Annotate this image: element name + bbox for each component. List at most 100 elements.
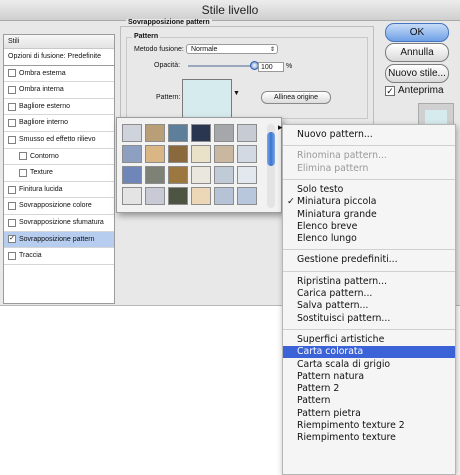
pattern-tile[interactable] [145, 166, 165, 184]
style-checkbox[interactable] [8, 69, 16, 78]
style-item-label: Smusso ed effetto rilievo [19, 135, 96, 143]
pattern-tile[interactable] [122, 124, 142, 142]
style-item[interactable]: Ombra interna [4, 82, 114, 99]
style-item[interactable]: Finitura lucida [4, 182, 114, 199]
blend-mode-select[interactable]: Normale ⇕ [186, 44, 278, 54]
style-checkbox[interactable] [8, 102, 16, 111]
style-checkbox[interactable] [8, 85, 16, 94]
menu-item-label: Ripristina pattern... [297, 275, 387, 287]
pattern-tile[interactable] [191, 124, 211, 142]
menu-item[interactable]: Pattern 2 [283, 383, 455, 395]
pattern-swatch[interactable] [182, 79, 232, 121]
pattern-tile[interactable] [122, 145, 142, 163]
new-style-button[interactable]: Nuovo stile... [385, 64, 449, 83]
pattern-tile[interactable] [214, 166, 234, 184]
pattern-tile[interactable] [122, 187, 142, 205]
style-checkbox[interactable] [8, 135, 16, 144]
menu-item[interactable]: Carta colorata [283, 346, 455, 359]
pattern-picker-popover [116, 117, 282, 213]
pattern-tile[interactable] [214, 124, 234, 142]
pattern-tile[interactable] [145, 145, 165, 163]
menu-item[interactable]: Superfici artistiche [283, 334, 455, 346]
style-checkbox[interactable] [8, 119, 16, 128]
menu-item-label: Carta scala di grigio [297, 358, 391, 370]
window-title: Stile livello [0, 0, 460, 21]
pattern-tile[interactable] [168, 145, 188, 163]
menu-item[interactable]: Riempimento texture 2 [283, 420, 455, 432]
style-item-label: Sovrapposizione colore [19, 202, 92, 210]
preview-checkbox[interactable]: ✓ Anteprima [385, 85, 444, 96]
menu-item-label: Carica pattern... [297, 288, 373, 299]
menu-item[interactable]: Riempimento texture [283, 432, 455, 444]
menu-item[interactable]: Elenco breve [283, 221, 455, 233]
pattern-tile[interactable] [237, 166, 257, 184]
pattern-tile[interactable] [214, 187, 234, 205]
scrollbar-thumb[interactable] [267, 132, 275, 166]
pattern-tile[interactable] [237, 145, 257, 163]
style-checkbox[interactable] [8, 218, 16, 227]
style-item[interactable]: Bagliore interno [4, 115, 114, 132]
menu-item: Elimina pattern [283, 163, 455, 175]
style-checkbox[interactable] [19, 152, 27, 161]
pattern-context-menu: Nuovo pattern... Rinomina pattern... Elimi… [282, 124, 456, 475]
style-item[interactable]: Smusso ed effetto rilievo [4, 132, 114, 149]
blend-options-item[interactable]: Opzioni di fusione: Predefinite [4, 49, 114, 66]
menu-item[interactable]: Carica pattern... [283, 288, 455, 300]
style-checkbox[interactable] [8, 251, 16, 260]
dropdown-arrow-icon[interactable]: ▼ [233, 90, 241, 102]
style-item[interactable]: Sovrapposizione sfumatura [4, 215, 114, 232]
style-item-label: Sovrapposizione pattern [19, 235, 95, 243]
pattern-tile[interactable] [191, 145, 211, 163]
menu-item[interactable]: Carta scala di grigio [283, 359, 455, 371]
menu-item[interactable]: ✓ Miniatura piccola [283, 196, 455, 208]
styles-header[interactable]: Stili [4, 35, 114, 49]
blend-mode-value: Normale [191, 46, 218, 53]
menu-item-label: Gestione predefiniti... [297, 254, 398, 266]
menu-item[interactable]: Ripristina pattern... [283, 276, 455, 288]
menu-item[interactable]: Miniatura grande [283, 209, 455, 221]
cancel-button[interactable]: Annulla [385, 43, 449, 62]
menu-item-label: Salva pattern... [297, 300, 369, 312]
menu-item-label: Superfici artistiche [297, 333, 385, 345]
style-item[interactable]: Traccia [4, 248, 114, 265]
pattern-tile[interactable] [237, 187, 257, 205]
pattern-tile[interactable] [237, 124, 257, 142]
picker-scrollbar[interactable] [267, 124, 275, 208]
style-item[interactable]: ✓ Sovrapposizione pattern [4, 231, 114, 249]
style-item[interactable]: Texture [4, 165, 114, 182]
menu-item[interactable]: Gestione predefiniti... [283, 254, 455, 266]
style-checkbox[interactable] [8, 202, 16, 211]
menu-item[interactable]: Pattern pietra [283, 408, 455, 420]
opacity-slider[interactable] [188, 65, 254, 67]
style-item-label: Ombra interna [19, 86, 64, 94]
style-checkbox[interactable]: ✓ [8, 235, 16, 244]
style-item[interactable]: Sovrapposizione colore [4, 198, 114, 215]
pattern-tile[interactable] [214, 145, 234, 163]
style-checkbox[interactable] [8, 185, 16, 194]
pattern-tile[interactable] [168, 124, 188, 142]
style-item-label: Traccia [19, 252, 42, 260]
style-item[interactable]: Ombra esterna [4, 66, 114, 83]
preview-label: Anteprima [398, 85, 444, 96]
pattern-tile[interactable] [168, 166, 188, 184]
opacity-input[interactable]: 100 [258, 62, 284, 72]
style-checkbox[interactable] [19, 168, 27, 177]
pattern-tile[interactable] [145, 124, 165, 142]
pattern-tile[interactable] [168, 187, 188, 205]
menu-item[interactable]: Pattern natura [283, 371, 455, 383]
pattern-tile[interactable] [122, 166, 142, 184]
style-item[interactable]: Bagliore esterno [4, 99, 114, 116]
snap-origin-button[interactable]: Allinea origine [261, 91, 331, 104]
pattern-tile[interactable] [191, 166, 211, 184]
menu-item[interactable]: Elenco lungo [283, 233, 455, 245]
menu-item[interactable]: Pattern [283, 395, 455, 407]
menu-item[interactable]: Salva pattern... [283, 300, 455, 312]
menu-item[interactable]: Solo testo [283, 184, 455, 196]
menu-item[interactable]: Nuovo pattern... [283, 129, 455, 141]
ok-button[interactable]: OK [385, 23, 449, 42]
menu-item-label: Pattern [297, 395, 331, 407]
menu-item[interactable]: Sostituisci pattern... [283, 313, 455, 325]
style-item[interactable]: Contorno [4, 149, 114, 166]
pattern-tile[interactable] [191, 187, 211, 205]
pattern-tile[interactable] [145, 187, 165, 205]
